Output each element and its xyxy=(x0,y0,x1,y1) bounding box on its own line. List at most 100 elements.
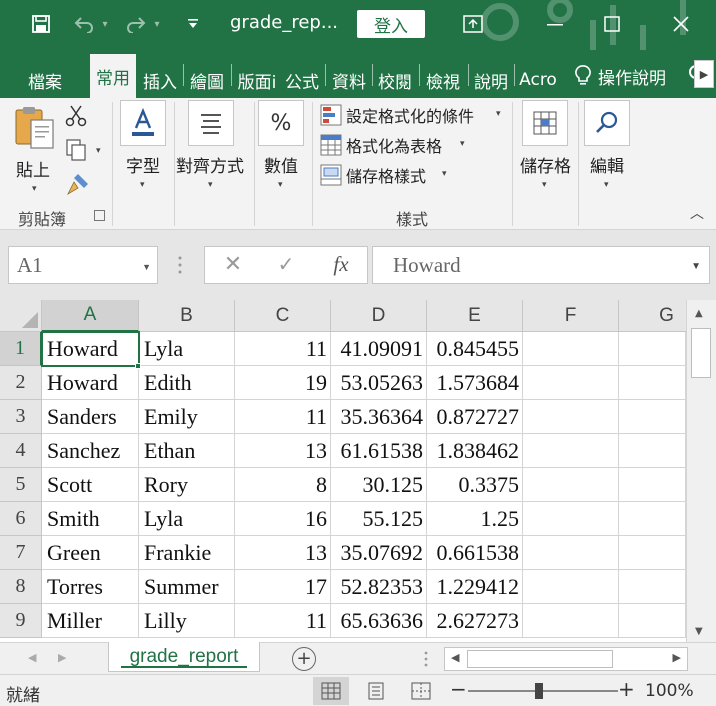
cell[interactable] xyxy=(523,570,619,604)
cell[interactable]: 2.627273 xyxy=(427,604,523,638)
cell[interactable]: Howard xyxy=(42,332,139,366)
conditional-formatting-button[interactable]: 設定格式化的條件 ▾ xyxy=(318,102,512,128)
row-header[interactable]: 6 xyxy=(0,502,42,536)
tab-home[interactable]: 常用 xyxy=(90,54,136,98)
cancel-edit-icon[interactable]: ✕ xyxy=(222,250,244,278)
maximize-icon[interactable] xyxy=(597,10,627,38)
cell[interactable]: Frankie xyxy=(139,536,235,570)
alignment-button[interactable]: 對齊方式 ▾ xyxy=(176,100,250,200)
cell[interactable] xyxy=(619,400,686,434)
close-icon[interactable] xyxy=(666,10,696,38)
cell[interactable] xyxy=(619,604,686,638)
cell[interactable] xyxy=(619,502,686,536)
copy-icon[interactable] xyxy=(64,138,88,162)
cell[interactable] xyxy=(523,434,619,468)
zoom-out-icon[interactable]: − xyxy=(450,677,467,701)
cell[interactable]: Green xyxy=(42,536,139,570)
cell[interactable]: Sanders xyxy=(42,400,139,434)
cell[interactable]: 53.05263 xyxy=(331,366,427,400)
cell[interactable]: 17 xyxy=(235,570,331,604)
formula-bar-grip-icon[interactable] xyxy=(178,255,182,275)
editing-button[interactable]: 編輯 ▾ xyxy=(580,100,636,200)
column-header-c[interactable]: C xyxy=(235,300,331,332)
name-box[interactable]: A1 ▼ xyxy=(8,246,158,284)
scroll-right-icon[interactable]: ▶ xyxy=(673,651,681,664)
cell[interactable]: Miller xyxy=(42,604,139,638)
cell[interactable] xyxy=(523,468,619,502)
cell[interactable]: 1.25 xyxy=(427,502,523,536)
expand-formula-bar-icon[interactable]: ▼ xyxy=(691,261,701,272)
cell[interactable]: 19 xyxy=(235,366,331,400)
spreadsheet-grid[interactable]: A B C D E F G 1 Howard Lyla 11 41.09091 … xyxy=(0,300,716,642)
cell[interactable]: 35.36364 xyxy=(331,400,427,434)
page-break-view-icon[interactable] xyxy=(403,677,439,705)
cell[interactable]: 1.838462 xyxy=(427,434,523,468)
undo-dropdown-icon[interactable]: ▾ xyxy=(99,10,111,38)
row-header[interactable]: 2 xyxy=(0,366,42,400)
zoom-slider[interactable] xyxy=(468,690,618,692)
scroll-down-icon[interactable]: ▼ xyxy=(695,626,703,637)
cell[interactable] xyxy=(619,536,686,570)
tab-view[interactable]: 檢視 xyxy=(421,62,465,98)
scroll-up-icon[interactable]: ▲ xyxy=(695,308,703,319)
zoom-in-icon[interactable]: + xyxy=(618,677,635,701)
customize-quick-access-icon[interactable] xyxy=(184,10,202,38)
cell[interactable]: 35.07692 xyxy=(331,536,427,570)
formula-input[interactable]: Howard ▼ xyxy=(372,246,710,284)
column-header-a[interactable]: A xyxy=(42,300,139,332)
normal-view-icon[interactable] xyxy=(313,677,349,705)
zoom-level[interactable]: 100% xyxy=(645,681,694,701)
cut-icon[interactable] xyxy=(64,104,88,128)
cell[interactable] xyxy=(523,604,619,638)
sheet-tab-grade-report[interactable]: grade_report xyxy=(108,642,260,672)
collapse-ribbon-icon[interactable]: ︿ xyxy=(688,204,706,222)
cell[interactable]: 11 xyxy=(235,604,331,638)
tab-split-grip-icon[interactable] xyxy=(424,651,428,667)
row-header[interactable]: 7 xyxy=(0,536,42,570)
row-header[interactable]: 5 xyxy=(0,468,42,502)
cell[interactable] xyxy=(619,468,686,502)
cell[interactable] xyxy=(523,536,619,570)
select-all-corner[interactable] xyxy=(0,300,42,332)
cell[interactable]: 1.573684 xyxy=(427,366,523,400)
previous-sheet-icon[interactable]: ◀ xyxy=(28,651,36,664)
scroll-left-icon[interactable]: ◀ xyxy=(451,651,459,664)
column-header-f[interactable]: F xyxy=(523,300,619,332)
tab-acrobat[interactable]: Acro xyxy=(516,62,560,98)
minimize-icon[interactable] xyxy=(540,10,570,38)
cells-button[interactable]: 儲存格 ▾ xyxy=(514,100,576,200)
number-button[interactable]: % 數值 ▾ xyxy=(256,100,310,200)
cell[interactable]: 52.82353 xyxy=(331,570,427,604)
row-header[interactable]: 1 xyxy=(0,332,42,366)
cell[interactable]: Summer xyxy=(139,570,235,604)
cell[interactable] xyxy=(523,502,619,536)
tab-help[interactable]: 說明 xyxy=(470,62,512,98)
cell[interactable]: 0.661538 xyxy=(427,536,523,570)
row-header[interactable]: 4 xyxy=(0,434,42,468)
cell[interactable]: Rory xyxy=(139,468,235,502)
redo-dropdown-icon[interactable]: ▾ xyxy=(151,10,163,38)
format-painter-icon[interactable] xyxy=(64,172,90,196)
copy-dropdown-icon[interactable]: ▾ xyxy=(96,146,101,156)
vertical-scrollbar[interactable]: ▲ ▼ xyxy=(686,300,716,642)
horizontal-scroll-thumb[interactable] xyxy=(467,650,613,668)
cell[interactable]: Edith xyxy=(139,366,235,400)
paste-dropdown-icon[interactable]: ▾ xyxy=(32,184,37,194)
cell[interactable]: Smith xyxy=(42,502,139,536)
cell[interactable]: Lyla xyxy=(139,332,235,366)
cell[interactable]: Torres xyxy=(42,570,139,604)
column-header-d[interactable]: D xyxy=(331,300,427,332)
format-as-table-button[interactable]: 格式化為表格 ▾ xyxy=(318,132,482,158)
fill-handle[interactable] xyxy=(135,363,141,369)
cell[interactable]: 16 xyxy=(235,502,331,536)
cell[interactable]: 8 xyxy=(235,468,331,502)
tab-formulas[interactable]: 公式 xyxy=(282,62,322,98)
undo-icon[interactable] xyxy=(72,10,96,38)
tell-me-search[interactable]: 操作說明 xyxy=(572,62,666,90)
tab-insert[interactable]: 插入 xyxy=(138,62,182,98)
cell[interactable]: 0.872727 xyxy=(427,400,523,434)
clipboard-dialog-launcher-icon[interactable] xyxy=(94,210,105,221)
cell[interactable]: 30.125 xyxy=(331,468,427,502)
vertical-scroll-thumb[interactable] xyxy=(691,328,711,378)
column-header-b[interactable]: B xyxy=(139,300,235,332)
